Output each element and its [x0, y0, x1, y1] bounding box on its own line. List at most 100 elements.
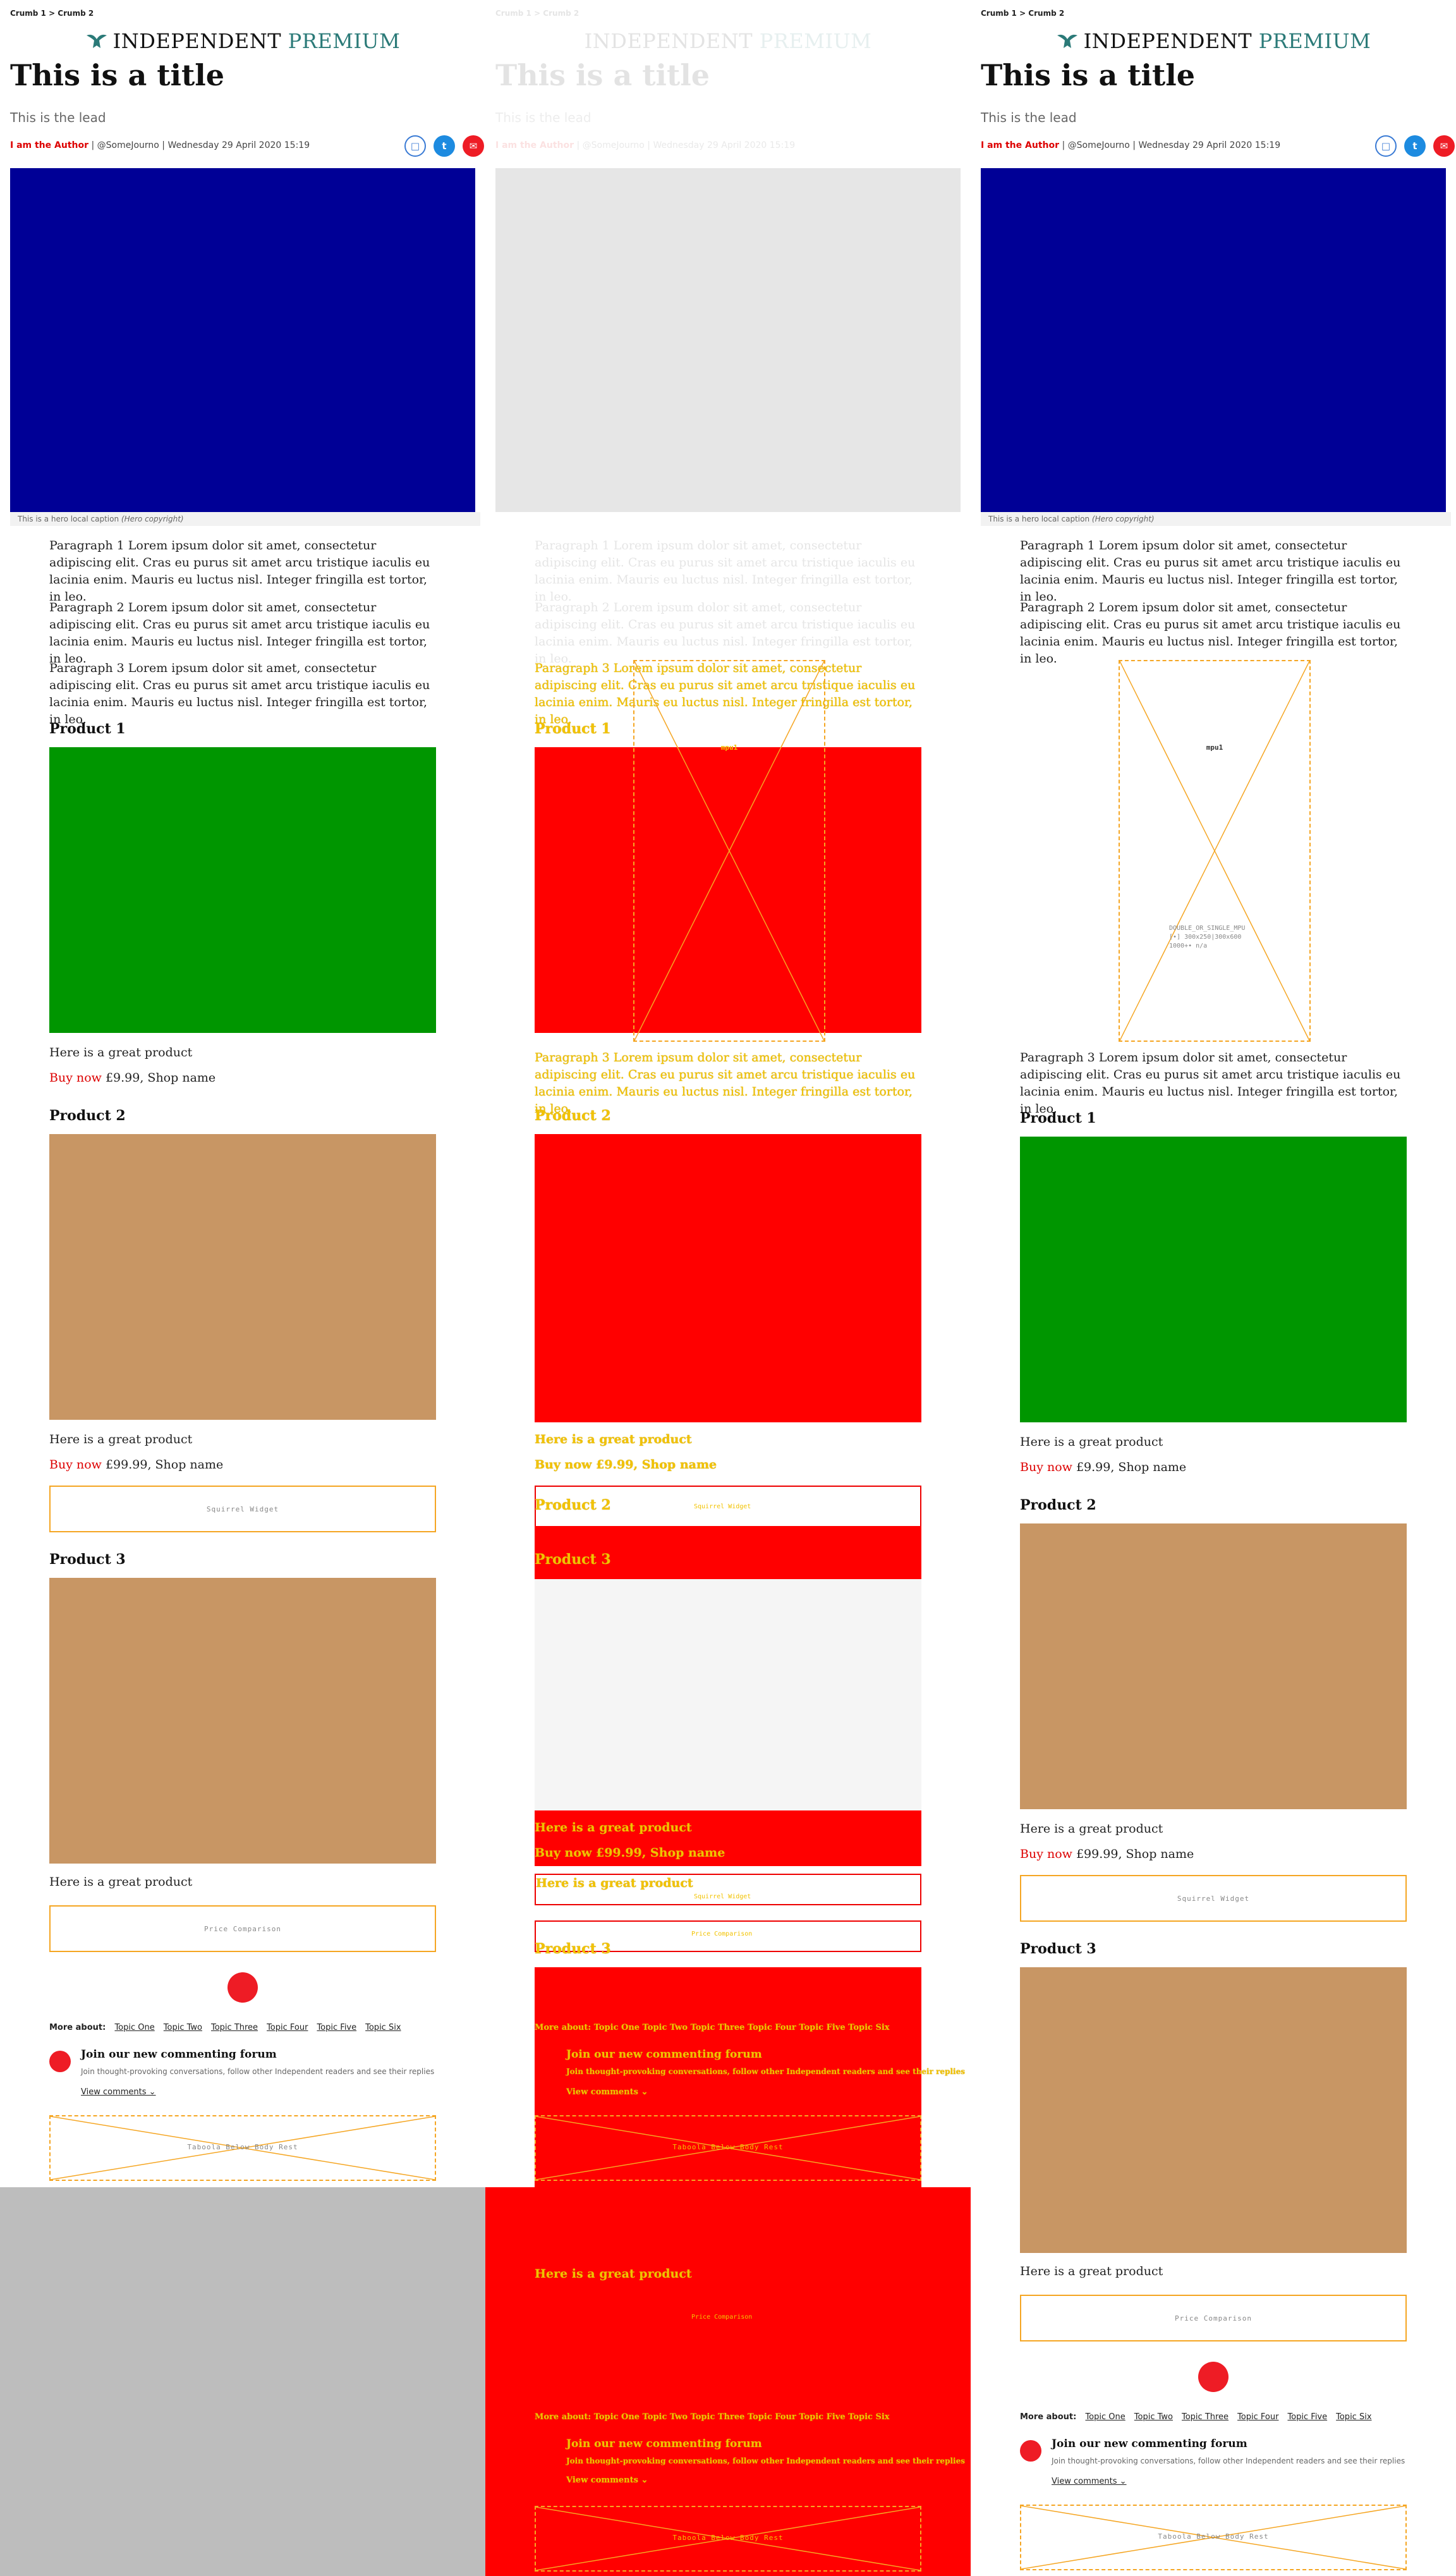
overlay-topic-5: Topic Five [799, 2023, 846, 2032]
topic-link-3[interactable]: Topic Three [211, 2023, 258, 2032]
overlay-topic-6: Topic Six [848, 2023, 890, 2032]
overlay-product-2-heading: Product 2 [535, 1497, 611, 1513]
logo-premium-faded: PREMIUM [759, 29, 872, 53]
byline-meta-mpu: | @SomeJourno | Wednesday 29 April 2020 … [1059, 140, 1281, 150]
product-2-heading: Product 2 [49, 1108, 126, 1124]
page-title-faded: This is a title [495, 58, 710, 92]
overlay-buy-line: Buy now £9.99, Shop name [535, 1458, 717, 1472]
taboola-ad-slot-mpu[interactable]: Taboola Below Body Rest [1020, 2505, 1407, 2570]
hero-caption-text-mpu: This is a hero local caption [988, 515, 1090, 523]
page-title-mpu: This is a title [981, 58, 1195, 92]
hero-image-mpu [981, 168, 1446, 512]
hero-image [10, 168, 475, 512]
overlay-product-2-desc: Here is a great product [535, 1821, 692, 1834]
overlay-product-3-heading-ghost: Product 3 [535, 1551, 611, 1568]
squirrel-widget[interactable]: Squirrel Widget [49, 1486, 436, 1532]
overlay-taboola-slot: Taboola Below Body Rest [535, 2115, 921, 2181]
paragraph-1-mpu: Paragraph 1 Lorem ipsum dolor sit amet, … [1020, 539, 1401, 604]
overlay-overflow-comments-subtitle: Join thought-provoking conversations, fo… [566, 2457, 965, 2465]
overlay-overflow-topic-5: Topic Five [799, 2412, 846, 2422]
product-1-desc-mpu: Here is a great product [1020, 1435, 1163, 1449]
product-2-buy-link-mpu[interactable]: Buy now [1020, 1847, 1072, 1861]
paragraph-1-faded: Paragraph 1 Lorem ipsum dolor sit amet, … [535, 539, 916, 604]
bookmark-icon[interactable]: □ [404, 135, 426, 157]
twitter-icon[interactable]: t [1404, 135, 1426, 157]
overlay-overflow-more-about: More about: Topic One Topic Two Topic Th… [535, 2412, 890, 2422]
product-1-heading-mpu: Product 1 [1020, 1110, 1096, 1126]
product-3-image-mpu[interactable] [1020, 1967, 1407, 2253]
price-comparison-widget[interactable]: Price Comparison [49, 1905, 436, 1952]
product-3-image[interactable] [49, 1578, 436, 1864]
overlay-overflow-price-label: Price Comparison [691, 2314, 753, 2321]
hero-copyright-mpu: (Hero copyright) [1091, 515, 1155, 523]
product-1-buy-link-mpu[interactable]: Buy now [1020, 1460, 1072, 1474]
topic-link-5[interactable]: Topic Five [317, 2023, 356, 2032]
byline-meta: | @SomeJourno | Wednesday 29 April 2020 … [88, 140, 310, 150]
breadcrumb-mpu[interactable]: Crumb 1 > Crumb 2 [981, 9, 1064, 18]
topic-link-5[interactable]: Topic Five [1287, 2412, 1327, 2422]
email-icon[interactable]: ✉ [1433, 135, 1455, 157]
overlay-squirrel-label-2: Squirrel Widget [694, 1893, 751, 1900]
overlay-product-2-buy-link: Buy now [535, 1846, 592, 1860]
overlay-topic-2: Topic Two [642, 2023, 688, 2032]
topic-link-6[interactable]: Topic Six [365, 2023, 401, 2032]
view-comments-button[interactable]: View comments ⌄ [81, 2087, 156, 2097]
overlay-mpu-slot: mpu1 [633, 660, 825, 1042]
article-lead: This is the lead [10, 110, 106, 125]
overlay-price-label: Price Comparison [691, 1931, 753, 1938]
product-1-desc: Here is a great product [49, 1046, 193, 1059]
mpu-label: mpu1 [1206, 743, 1223, 752]
taboola-ad-slot[interactable]: Taboola Below Body Rest [49, 2115, 436, 2181]
overlay-view-comments: View comments ⌄ [566, 2087, 648, 2097]
product-2-desc-mpu: Here is a great product [1020, 1822, 1163, 1836]
product-1-buy-link[interactable]: Buy now [49, 1071, 102, 1085]
product-2-image[interactable] [49, 1134, 436, 1420]
comments-icon [1020, 2440, 1041, 2462]
product-1-image[interactable] [49, 747, 436, 1033]
hero-caption-mpu: This is a hero local caption (Hero copyr… [981, 512, 1451, 526]
overlay-product-1-heading: Product 1 [535, 721, 611, 737]
topic-link-2[interactable]: Topic Two [164, 2023, 202, 2032]
logo-premium-mpu: PREMIUM [1258, 29, 1371, 53]
overlay-product-desc: Here is a great product [535, 1432, 692, 1446]
email-icon[interactable]: ✉ [463, 135, 484, 157]
topic-link-1[interactable]: Topic One [1085, 2412, 1125, 2422]
price-comparison-widget-mpu[interactable]: Price Comparison [1020, 2295, 1407, 2341]
overlay-more-label: More about: [535, 2023, 592, 2032]
product-2-buy-line-mpu: Buy now £99.99, Shop name [1020, 1847, 1194, 1861]
squirrel-widget-mpu[interactable]: Squirrel Widget [1020, 1875, 1407, 1922]
overlay-overflow-more-label: More about: [535, 2412, 592, 2422]
independent-badge-icon [228, 1972, 258, 2003]
byline-mpu: I am the Author | @SomeJourno | Wednesda… [981, 140, 1280, 150]
view-comments-button-mpu[interactable]: View comments ⌄ [1052, 2477, 1127, 2486]
topic-link-4[interactable]: Topic Four [1237, 2412, 1278, 2422]
product-2-heading-mpu: Product 2 [1020, 1497, 1096, 1513]
product-3-desc-mpu: Here is a great product [1020, 2264, 1163, 2278]
overlay-overflow-topic-6: Topic Six [848, 2412, 890, 2422]
author-link-mpu[interactable]: I am the Author [981, 140, 1059, 150]
site-logo[interactable]: INDEPENDENT PREMIUM [0, 29, 485, 53]
overlay-mpu-label: mpu1 [720, 743, 738, 752]
bookmark-icon[interactable]: □ [1375, 135, 1397, 157]
panel-overlay: Crumb 1 > Crumb 2 INDEPENDENT PREMIUM Th… [485, 0, 971, 2576]
site-logo-mpu[interactable]: INDEPENDENT PREMIUM [971, 29, 1456, 53]
overlay-product-2-image [535, 1134, 921, 1422]
grey-overflow-area [0, 2187, 485, 2576]
topic-link-4[interactable]: Topic Four [267, 2023, 308, 2032]
paragraph-2: Paragraph 2 Lorem ipsum dolor sit amet, … [49, 601, 430, 666]
product-2-image-mpu[interactable] [1020, 1523, 1407, 1809]
author-link[interactable]: I am the Author [10, 140, 88, 150]
topic-link-3[interactable]: Topic Three [1182, 2412, 1228, 2422]
breadcrumb[interactable]: Crumb 1 > Crumb 2 [10, 9, 94, 18]
mpu-ad-slot[interactable]: mpu1 DOUBLE_OR_SINGLE_MPU [•] 300x250|30… [1119, 660, 1311, 1042]
overlay-product-2-buy-line: Buy now £99.99, Shop name [535, 1846, 725, 1860]
more-about: More about: Topic One Topic Two Topic Thre… [49, 2023, 410, 2032]
topic-link-6[interactable]: Topic Six [1336, 2412, 1371, 2422]
product-2-buy-link[interactable]: Buy now [49, 1458, 102, 1472]
product-1-image-mpu[interactable] [1020, 1137, 1407, 1422]
overlay-topic-4: Topic Four [747, 2023, 796, 2032]
article-lead-faded: This is the lead [495, 110, 592, 125]
topic-link-1[interactable]: Topic One [114, 2023, 154, 2032]
twitter-icon[interactable]: t [434, 135, 455, 157]
topic-link-2[interactable]: Topic Two [1134, 2412, 1173, 2422]
